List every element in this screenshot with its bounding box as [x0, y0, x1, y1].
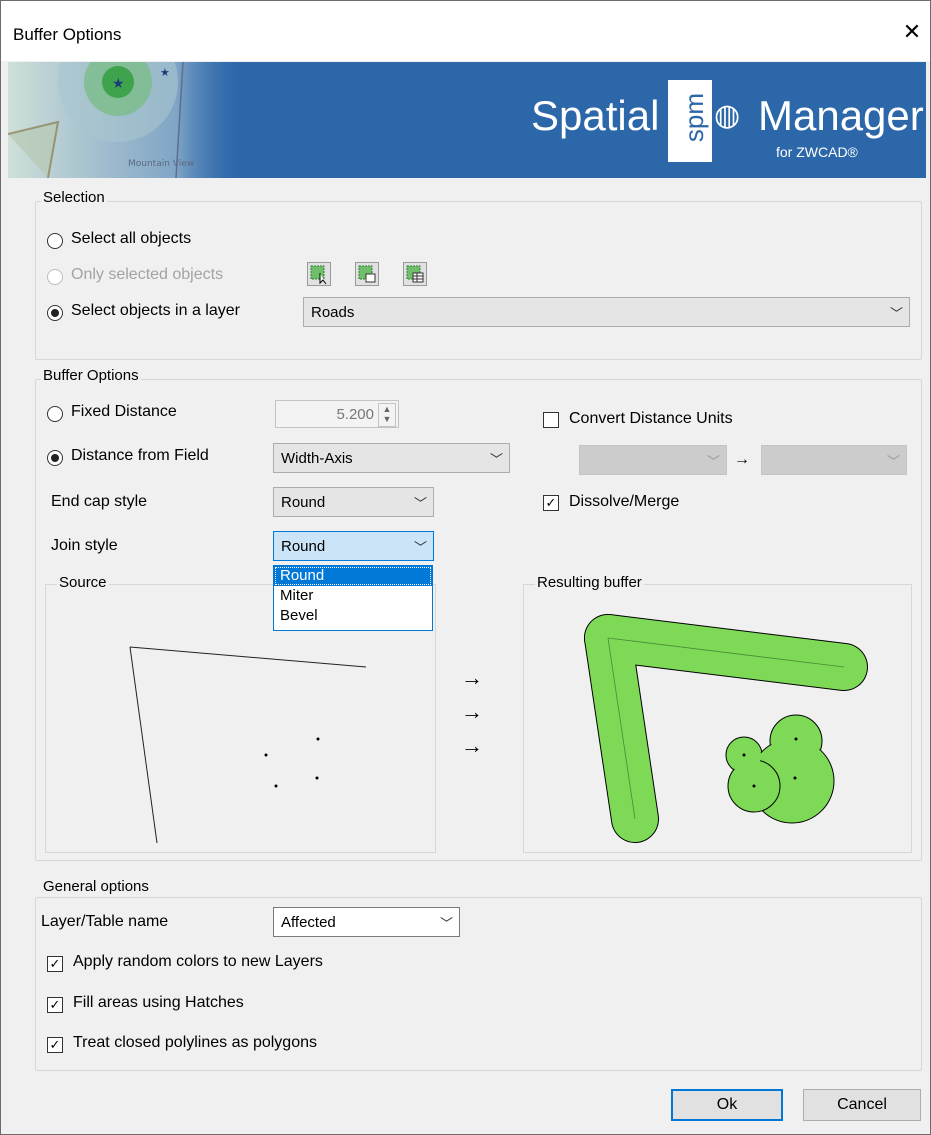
- chevron-down-icon: ﹀: [889, 306, 903, 321]
- chevron-down-icon: ﹀: [489, 452, 503, 467]
- spm-logo: spm: [668, 80, 712, 162]
- brand-banner: ★ ★ Mountain View Spatial spm ◍ Manager …: [8, 62, 926, 178]
- select-objects-icon[interactable]: [307, 262, 331, 286]
- brand-left-text: Spatial: [531, 92, 660, 139]
- general-options-group-label: General options: [41, 878, 151, 895]
- arrow-icon: →: [461, 699, 483, 724]
- join-style-select[interactable]: Round ﹀: [273, 531, 434, 561]
- result-preview: [523, 584, 912, 853]
- join-style-label: Join style: [51, 537, 118, 554]
- buffer-options-group-label: Buffer Options: [41, 367, 141, 384]
- svg-text:★: ★: [112, 76, 125, 92]
- random-colors-label[interactable]: Apply random colors to new Layers: [73, 953, 323, 971]
- convert-units-label[interactable]: Convert Distance Units: [569, 410, 733, 428]
- treat-closed-checkbox[interactable]: ✓: [47, 1037, 63, 1053]
- svg-text:★: ★: [160, 66, 170, 79]
- result-label: Resulting buffer: [535, 574, 644, 591]
- fixed-distance-value: 5.200: [336, 406, 374, 423]
- only-selected-label: Only selected objects: [71, 266, 224, 283]
- units-arrow-icon: →: [734, 451, 750, 468]
- layer-select[interactable]: Roads ﹀: [303, 297, 910, 327]
- distance-field-value: Width-Axis: [281, 450, 353, 467]
- target-units-select: ﹀: [761, 445, 907, 475]
- source-label: Source: [57, 574, 109, 591]
- layer-table-value: Affected: [281, 914, 336, 931]
- distance-from-field-label[interactable]: Distance from Field: [71, 447, 209, 465]
- select-all-label[interactable]: Select all objects: [71, 230, 191, 248]
- fixed-distance-label[interactable]: Fixed Distance: [71, 403, 177, 421]
- title-bar: Buffer Options ✕: [1, 1, 930, 61]
- only-selected-radio: [47, 269, 63, 285]
- select-all-radio[interactable]: [47, 233, 63, 249]
- arrow-icon: →: [461, 733, 483, 758]
- join-style-dropdown[interactable]: Round Miter Bevel: [273, 565, 433, 631]
- fixed-distance-radio[interactable]: [47, 406, 63, 422]
- buffer-options-dialog: Buffer Options ✕ ★ ★ Mountain View Spati…: [0, 0, 931, 1135]
- distance-from-field-radio[interactable]: [47, 450, 63, 466]
- join-option-round[interactable]: Round: [274, 566, 432, 586]
- treat-closed-label[interactable]: Treat closed polylines as polygons: [73, 1034, 317, 1052]
- brand-right-text: Manager: [758, 92, 924, 139]
- end-cap-label: End cap style: [51, 493, 148, 510]
- brand-subtitle: for ZWCAD®: [776, 144, 858, 160]
- fill-hatches-checkbox[interactable]: ✓: [47, 997, 63, 1013]
- join-option-bevel[interactable]: Bevel: [274, 606, 432, 626]
- dialog-title: Buffer Options: [13, 25, 122, 44]
- chevron-down-icon: ﹀: [706, 454, 720, 469]
- dissolve-label[interactable]: Dissolve/Merge: [569, 493, 679, 511]
- select-by-attributes-icon[interactable]: [355, 262, 379, 286]
- fixed-distance-spinner[interactable]: 5.200 ▲ ▼: [275, 400, 399, 428]
- chevron-down-icon: ﹀: [413, 496, 427, 511]
- end-cap-value: Round: [281, 494, 326, 511]
- close-icon[interactable]: ✕: [899, 19, 925, 45]
- select-in-layer-radio[interactable]: [47, 305, 63, 321]
- select-from-table-icon[interactable]: [403, 262, 427, 286]
- join-style-value: Round: [281, 538, 326, 555]
- chevron-down-icon: ﹀: [439, 916, 453, 931]
- join-option-miter[interactable]: Miter: [274, 586, 432, 606]
- layer-select-value: Roads: [311, 304, 355, 321]
- source-units-select: ﹀: [579, 445, 727, 475]
- end-cap-select[interactable]: Round ﹀: [273, 487, 434, 517]
- svg-text:Mountain View: Mountain View: [128, 159, 194, 169]
- chevron-down-icon: ﹀: [886, 454, 900, 469]
- fill-hatches-label[interactable]: Fill areas using Hatches: [73, 994, 244, 1012]
- chevron-down-icon: ﹀: [413, 540, 427, 555]
- dissolve-checkbox[interactable]: ✓: [543, 495, 559, 511]
- layer-table-label: Layer/Table name: [41, 913, 169, 930]
- ok-button[interactable]: Ok: [671, 1089, 783, 1121]
- select-in-layer-label[interactable]: Select objects in a layer: [71, 302, 240, 320]
- convert-units-checkbox[interactable]: [543, 412, 559, 428]
- spinner-arrows-icon[interactable]: ▲ ▼: [378, 403, 396, 427]
- selection-group-label: Selection: [41, 189, 107, 206]
- globe-icon: ◍: [714, 99, 741, 132]
- random-colors-checkbox[interactable]: ✓: [47, 956, 63, 972]
- layer-table-select[interactable]: Affected ﹀: [273, 907, 460, 937]
- buffer-geometry: [584, 614, 868, 843]
- distance-field-select[interactable]: Width-Axis ﹀: [273, 443, 510, 473]
- cancel-button[interactable]: Cancel: [803, 1089, 921, 1121]
- arrow-icon: →: [461, 665, 483, 690]
